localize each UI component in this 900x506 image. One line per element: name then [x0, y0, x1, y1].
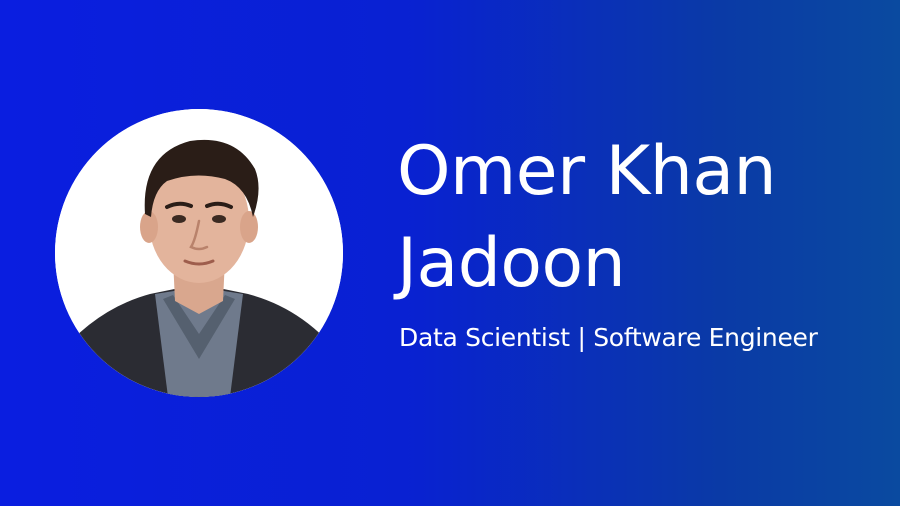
- profile-name-line1: Omer Khan: [397, 132, 777, 211]
- profile-name-line2: Jadoon: [397, 224, 626, 303]
- profile-subtitle: Data Scientist | Software Engineer: [399, 323, 818, 352]
- profile-name: Omer Khan Jadoon: [397, 126, 867, 310]
- profile-photo: [55, 109, 343, 397]
- profile-banner: Omer Khan Jadoon Data Scientist | Softwa…: [0, 0, 900, 506]
- portrait-illustration: [55, 109, 343, 397]
